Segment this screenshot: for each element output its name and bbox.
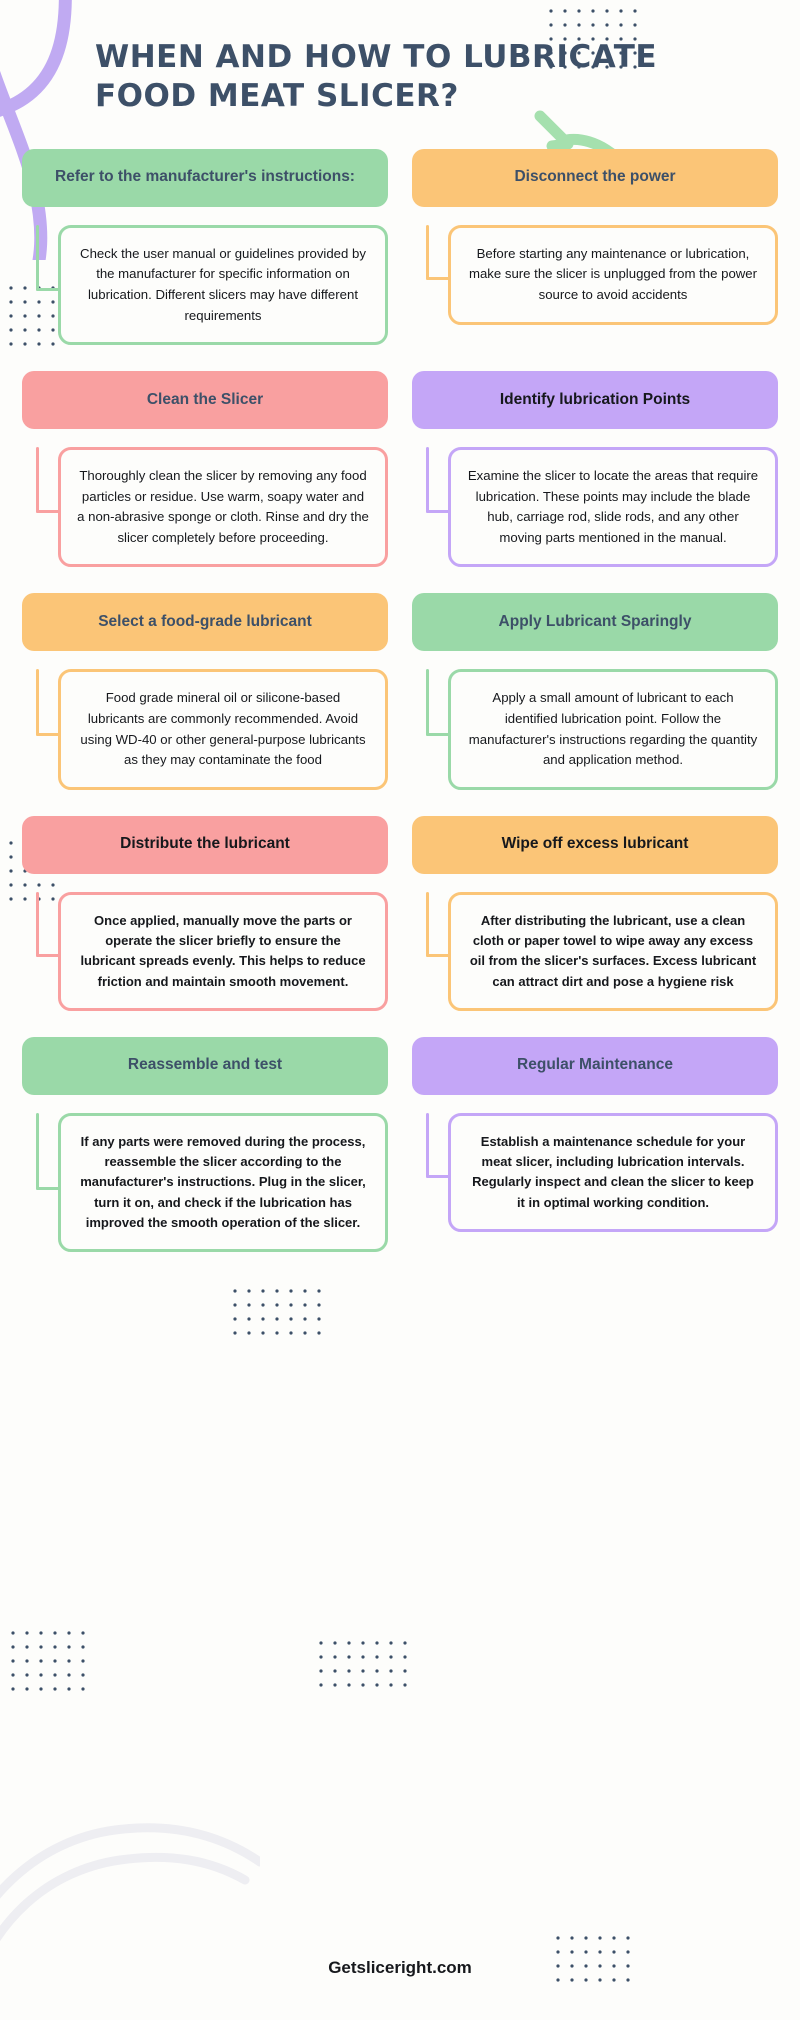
steps-grid: Refer to the manufacturer's instructions… (0, 148, 800, 1279)
step-body-wrapper: Once applied, manually move the parts or… (22, 891, 388, 1011)
step-description: After distributing the lubricant, use a … (448, 891, 778, 1011)
step-card: Refer to the manufacturer's instructions… (22, 148, 388, 346)
step-card: Disconnect the power Before starting any … (412, 148, 778, 345)
step-card: Select a food-grade lubricant Food grade … (22, 593, 388, 790)
step-body-wrapper: After distributing the lubricant, use a … (412, 891, 778, 1011)
dot-grid-decoration (319, 1641, 407, 1687)
step-card: Reassemble and test If any parts were rem… (22, 1036, 388, 1253)
step-description: Establish a maintenance schedule for you… (448, 1112, 778, 1232)
step-title: Select a food-grade lubricant (22, 593, 388, 652)
step-description-text: Check the user manual or guidelines prov… (80, 245, 366, 323)
step-body-wrapper: Apply a small amount of lubricant to eac… (412, 669, 778, 790)
step-description: Once applied, manually move the parts or… (58, 891, 388, 1011)
step-description-text: If any parts were removed during the pro… (80, 1133, 366, 1230)
step-card: Distribute the lubricant Once applied, ma… (22, 815, 388, 1011)
dot-grid-decoration (11, 1631, 85, 1691)
step-body-wrapper: Examine the slicer to locate the areas t… (412, 447, 778, 568)
step-description-text: Examine the slicer to locate the areas t… (467, 468, 759, 545)
step-card: Regular Maintenance Establish a maintenan… (412, 1036, 778, 1252)
step-description: Food grade mineral oil or silicone-based… (58, 669, 388, 790)
page-title: WHEN AND HOW TO LUBRICATE FOOD MEAT SLIC… (95, 39, 658, 115)
step-title: Regular Maintenance (412, 1036, 778, 1095)
infographic-header: WHEN AND HOW TO LUBRICATE FOOD MEAT SLIC… (0, 0, 800, 117)
step-description-text: Before starting any maintenance or lubri… (468, 245, 758, 302)
step-title: Distribute the lubricant (22, 815, 388, 874)
step-body-wrapper: Food grade mineral oil or silicone-based… (22, 669, 388, 790)
step-title: Identify lubrication Points (412, 371, 778, 430)
step-description-text: Establish a maintenance schedule for you… (472, 1133, 754, 1210)
step-description-text: Food grade mineral oil or silicone-based… (80, 690, 366, 768)
step-body-wrapper: Establish a maintenance schedule for you… (412, 1112, 778, 1232)
step-description: Examine the slicer to locate the areas t… (448, 447, 778, 568)
step-description-text: Once applied, manually move the parts or… (80, 912, 366, 989)
step-card: Wipe off excess lubricant After distribut… (412, 815, 778, 1011)
step-card: Clean the Slicer Thoroughly clean the sli… (22, 371, 388, 568)
step-body-wrapper: Before starting any maintenance or lubri… (412, 224, 778, 325)
step-title: Clean the Slicer (22, 371, 388, 430)
step-title: Apply Lubricant Sparingly (412, 593, 778, 652)
step-title: Refer to the manufacturer's instructions… (22, 148, 388, 207)
step-title: Wipe off excess lubricant (412, 815, 778, 874)
step-description: If any parts were removed during the pro… (58, 1112, 388, 1253)
step-card: Identify lubrication Points Examine the s… (412, 371, 778, 568)
light-curve-decoration (0, 1823, 260, 1942)
step-description-text: Thoroughly clean the slicer by removing … (77, 468, 369, 545)
step-description-text: Apply a small amount of lubricant to eac… (468, 690, 758, 768)
step-description: Check the user manual or guidelines prov… (58, 224, 388, 346)
step-title: Reassemble and test (22, 1036, 388, 1095)
dot-grid-decoration (233, 1289, 321, 1335)
step-description-text: After distributing the lubricant, use a … (469, 912, 757, 989)
step-body-wrapper: Thoroughly clean the slicer by removing … (22, 447, 388, 568)
site-footer: Getsliceright.com (328, 1958, 472, 1977)
step-title: Disconnect the power (412, 148, 778, 207)
step-body-wrapper: If any parts were removed during the pro… (22, 1112, 388, 1253)
step-card: Apply Lubricant Sparingly Apply a small a… (412, 593, 778, 790)
step-description: Thoroughly clean the slicer by removing … (58, 447, 388, 568)
step-description: Apply a small amount of lubricant to eac… (448, 669, 778, 790)
step-body-wrapper: Check the user manual or guidelines prov… (22, 224, 388, 346)
step-description: Before starting any maintenance or lubri… (448, 224, 778, 325)
